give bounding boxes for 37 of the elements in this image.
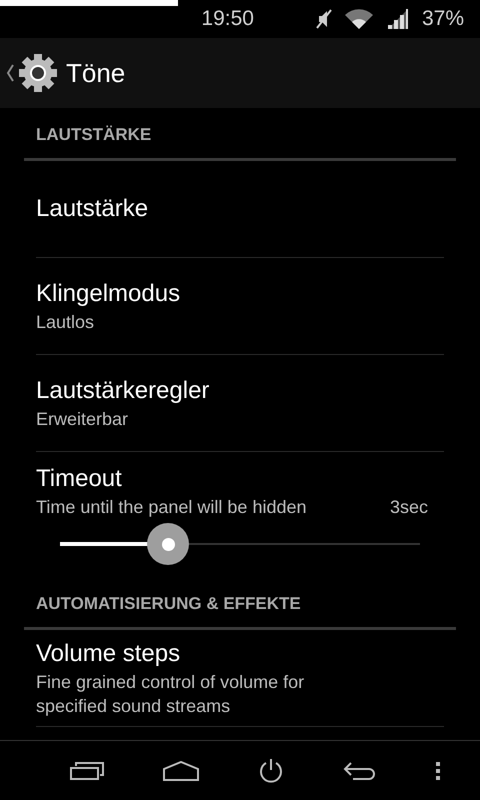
power-icon [258,758,284,784]
power-button[interactable] [258,758,284,784]
setting-title: Timeout [36,464,123,494]
back-arrow-icon [343,760,378,780]
chevron-left-icon [6,64,14,82]
setting-summary: Fine grained control of volume for specified sound streams [36,671,306,718]
clock: 19:50 [201,6,254,32]
signal-icon [386,7,410,31]
section-header: AUTOMATISIERUNG & EFFEKTE [36,594,301,613]
back-button[interactable] [343,760,378,780]
setting-row[interactable]: Lautstärkeregler Erweiterbar [36,355,444,452]
setting-title: Lautstärke [36,194,150,224]
setting-title: Volume steps [36,639,182,669]
gear-icon [18,53,58,93]
slider-track[interactable] [60,523,420,565]
slider-thumb[interactable] [147,523,189,565]
slider-value: 3sec [390,496,428,519]
overflow-dots-icon [436,762,440,780]
recent-apps-button[interactable] [70,762,104,780]
setting-row[interactable]: Volume steps Fine grained control of volume for specified sound streams [36,630,444,727]
recent-apps-icon [70,762,104,780]
muted-speaker-icon [316,8,332,30]
setting-summary: Time until the panel will be hidden [36,496,306,519]
setting-row[interactable]: Lautstärke [36,161,444,258]
setting-row[interactable]: Klingelmodus Lautlos [36,258,444,355]
setting-summary: Erweiterbar [36,408,130,431]
overflow-menu-button[interactable] [436,762,440,780]
section-header: LAUTSTÄRKE [36,125,152,144]
home-icon [162,760,199,780]
setting-title: Klingelmodus [36,279,182,309]
setting-summary: Lautlos [36,311,96,334]
setting-title: Lautstärkeregler [36,376,210,406]
wifi-icon [344,8,374,30]
battery-percent: 37% [422,6,464,32]
home-button[interactable] [162,760,199,780]
up-button[interactable] [6,53,58,93]
screen-title: Töne [66,56,126,90]
